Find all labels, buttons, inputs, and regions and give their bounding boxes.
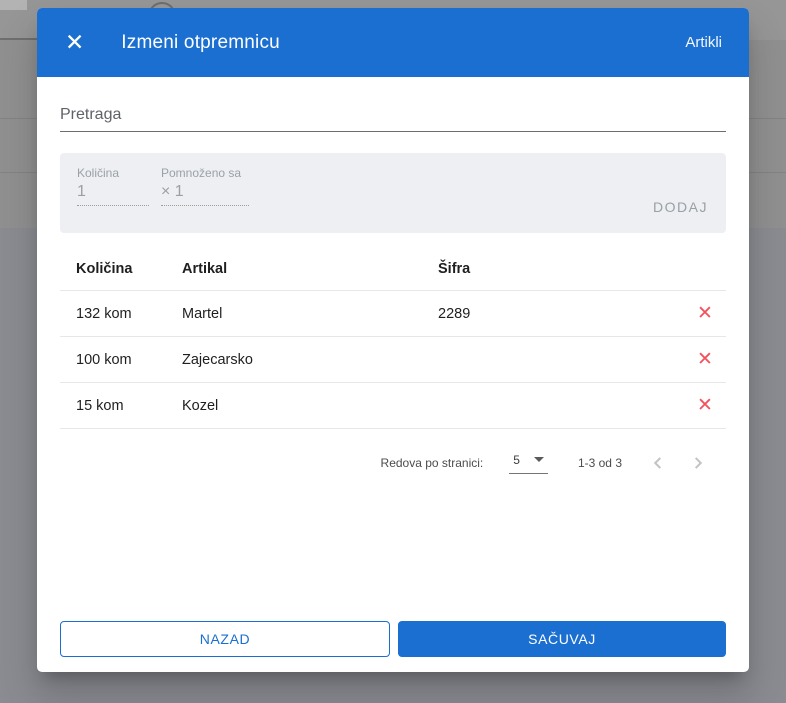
add-article-panel: Količina 1 Pomnoženo sa × 1 DODAJ xyxy=(60,153,726,233)
search-input[interactable] xyxy=(60,106,726,124)
multiplier-field: Pomnoženo sa × 1 xyxy=(161,166,249,206)
next-page-icon[interactable] xyxy=(678,443,718,483)
multiplier-input[interactable]: × 1 xyxy=(161,183,249,206)
rows-per-page-select[interactable]: 5 xyxy=(509,453,548,474)
artikli-link[interactable]: Artikli xyxy=(685,34,722,51)
column-header-quantity: Količina xyxy=(76,260,133,277)
nazad-button[interactable]: NAZAD xyxy=(60,621,390,657)
row-code: 2289 xyxy=(438,305,471,322)
row-article: Zajecarsko xyxy=(182,351,253,368)
quantity-label: Količina xyxy=(77,166,120,180)
paginator-nav xyxy=(638,443,718,483)
page-range-label: 1-3 od 3 xyxy=(577,456,622,470)
table-row: 15 kom Kozel ✕ xyxy=(60,383,726,429)
paginator: Redova po stranici: 5 1-3 od 3 xyxy=(60,443,726,483)
column-header-article: Artikal xyxy=(182,260,228,277)
articles-table: Količina Artikal Šifra 132 kom Martel 22… xyxy=(60,247,726,429)
row-quantity: 132 kom xyxy=(76,305,132,322)
sacuvaj-button[interactable]: SAČUVAJ xyxy=(398,621,726,657)
dodaj-button[interactable]: DODAJ xyxy=(653,199,708,215)
quantity-field: Količina 1 xyxy=(77,166,149,206)
multiplier-label: Pomnoženo sa xyxy=(161,166,242,180)
row-quantity: 15 kom xyxy=(76,397,124,414)
search-field xyxy=(60,106,726,132)
close-icon[interactable]: ✕ xyxy=(65,31,84,54)
background-element xyxy=(0,0,27,10)
delete-row-icon[interactable]: ✕ xyxy=(697,303,713,324)
delete-row-icon[interactable]: ✕ xyxy=(697,395,713,416)
row-article: Kozel xyxy=(182,397,219,414)
dialog-header: ✕ Izmeni otpremnicu Artikli xyxy=(37,8,749,77)
table-row: 100 kom Zajecarsko ✕ xyxy=(60,337,726,383)
rows-per-page-label: Redova po stranici: xyxy=(380,456,484,470)
dialog-title: Izmeni otpremnicu xyxy=(121,31,280,53)
row-article: Martel xyxy=(182,305,223,322)
edit-dispatch-note-dialog: ✕ Izmeni otpremnicu Artikli Količina 1 P… xyxy=(37,8,749,672)
dialog-body: Količina 1 Pomnoženo sa × 1 DODAJ Količi… xyxy=(37,77,749,621)
table-header-row: Količina Artikal Šifra xyxy=(60,247,726,291)
column-header-code: Šifra xyxy=(438,260,471,277)
table-row: 132 kom Martel 2289 ✕ xyxy=(60,291,726,337)
quantity-input[interactable]: 1 xyxy=(77,183,149,206)
rows-per-page-value: 5 xyxy=(513,452,520,467)
dialog-footer: NAZAD SAČUVAJ xyxy=(37,621,749,672)
delete-row-icon[interactable]: ✕ xyxy=(697,349,713,370)
previous-page-icon[interactable] xyxy=(638,443,678,483)
chevron-down-icon xyxy=(533,457,544,462)
row-quantity: 100 kom xyxy=(76,351,132,368)
